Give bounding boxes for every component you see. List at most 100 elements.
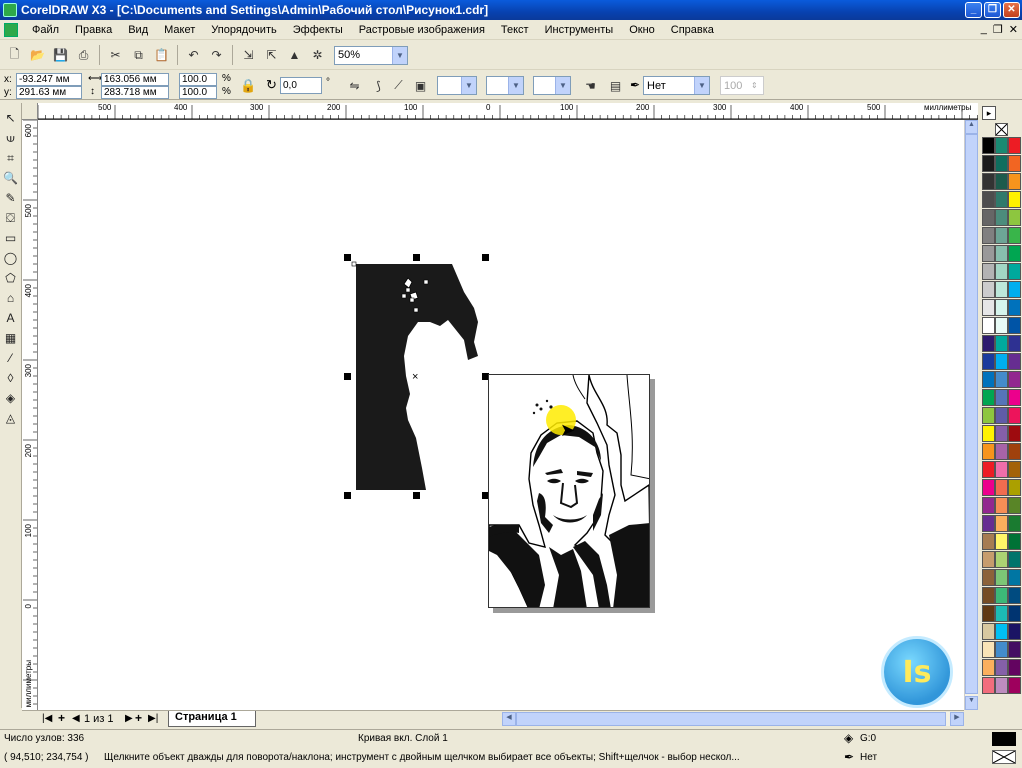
node-edit-icon[interactable]: ⟆ <box>368 75 389 96</box>
palette-swatch[interactable] <box>995 515 1008 532</box>
cut-icon[interactable]: ✂ <box>105 45 126 66</box>
palette-swatch[interactable] <box>982 389 995 406</box>
palette-swatch[interactable] <box>982 353 995 370</box>
palette-swatch[interactable] <box>995 263 1008 280</box>
polygon-tool-icon[interactable]: ⬠ <box>2 269 20 287</box>
rotation-field[interactable]: 0,0 <box>280 77 322 94</box>
palette-swatch[interactable] <box>995 551 1008 568</box>
palette-swatch[interactable] <box>982 227 995 244</box>
last-page-icon[interactable]: ▶| <box>148 713 158 724</box>
smart-fill-tool-icon[interactable]: ⛋ <box>2 209 20 227</box>
new-document-icon[interactable]: 🗋 <box>4 45 25 66</box>
palette-swatch[interactable] <box>1008 515 1021 532</box>
pick-tool-icon[interactable]: ↖ <box>2 109 20 127</box>
palette-swatch[interactable] <box>995 173 1008 190</box>
width-field[interactable]: 163.056 мм <box>101 73 169 86</box>
palette-swatch[interactable] <box>982 317 995 334</box>
palette-swatch[interactable] <box>1008 677 1021 694</box>
palette-swatch[interactable] <box>995 191 1008 208</box>
y-position-field[interactable]: 291.63 мм <box>16 86 82 99</box>
palette-swatch[interactable] <box>995 479 1008 496</box>
add-page-after-icon[interactable]: + <box>135 711 142 725</box>
opacity-field[interactable]: 100 ⇕ <box>720 76 764 95</box>
palette-swatch[interactable] <box>982 479 995 496</box>
scroll-down-icon[interactable]: ▼ <box>965 696 978 710</box>
eyedropper-tool-icon[interactable]: ⁄ <box>2 349 20 367</box>
no-fill-swatch[interactable] <box>995 123 1008 136</box>
scale-x-field[interactable]: 100.0 <box>179 73 217 86</box>
palette-swatch[interactable] <box>982 425 995 442</box>
palette-swatch[interactable] <box>1008 209 1021 226</box>
selection-handle-bl[interactable] <box>344 492 351 499</box>
convert-to-curves-icon[interactable]: ▣ <box>410 75 431 96</box>
palette-swatch[interactable] <box>1008 551 1021 568</box>
menu-bitmaps[interactable]: Растровые изображения <box>351 24 493 36</box>
silhouette-curve[interactable] <box>350 260 490 500</box>
palette-swatch[interactable] <box>995 641 1008 658</box>
palette-swatch[interactable] <box>982 605 995 622</box>
palette-swatch[interactable] <box>1008 623 1021 640</box>
shape-tool-icon[interactable]: ⟒ <box>2 129 20 147</box>
text-tool-icon[interactable]: A <box>2 309 20 327</box>
palette-swatch[interactable] <box>995 335 1008 352</box>
palette-swatch[interactable] <box>982 245 995 262</box>
fill-select[interactable]: ▼ <box>437 76 477 95</box>
fill-color-swatch[interactable] <box>992 732 1016 746</box>
palette-swatch[interactable] <box>1008 479 1021 496</box>
redo-icon[interactable]: ↷ <box>206 45 227 66</box>
menu-help[interactable]: Справка <box>663 24 722 36</box>
palette-swatch[interactable] <box>995 587 1008 604</box>
welcome-screen-icon[interactable]: ✲ <box>307 45 328 66</box>
palette-swatch[interactable] <box>982 173 995 190</box>
palette-swatch[interactable] <box>995 371 1008 388</box>
scroll-left-icon[interactable]: ◀ <box>502 712 516 726</box>
paste-icon[interactable]: 📋 <box>151 45 172 66</box>
palette-swatch[interactable] <box>1008 659 1021 676</box>
palette-swatch[interactable] <box>982 623 995 640</box>
palette-swatch[interactable] <box>1008 389 1021 406</box>
vertical-ruler[interactable]: 600 500 400 300 200 100 0 миллиметры <box>22 120 38 710</box>
palette-swatch[interactable] <box>995 461 1008 478</box>
horizontal-scrollbar[interactable]: ◀ ▶ <box>502 712 964 726</box>
palette-swatch[interactable] <box>1008 155 1021 172</box>
drawing-canvas[interactable]: × ➤ Is <box>38 120 964 710</box>
palette-swatch[interactable] <box>1008 245 1021 262</box>
menu-file[interactable]: Файл <box>24 24 67 36</box>
palette-swatch[interactable] <box>982 137 995 154</box>
close-button[interactable]: ✕ <box>1003 2 1020 18</box>
lock-ratio-icon[interactable]: 🔒 <box>240 78 256 94</box>
zoom-level-select[interactable]: 50% ▼ <box>334 45 408 65</box>
palette-swatch[interactable] <box>1008 371 1021 388</box>
palette-swatch[interactable] <box>982 461 995 478</box>
palette-swatch[interactable] <box>982 587 995 604</box>
tab-page-1[interactable]: Страница 1 <box>168 711 256 727</box>
minimize-button[interactable]: _ <box>965 2 982 18</box>
doc-restore-button[interactable]: ❐ <box>993 23 1003 36</box>
selection-handle-tr[interactable] <box>482 254 489 261</box>
selection-handle-bm[interactable] <box>413 492 420 499</box>
next-page-icon[interactable]: ▶ <box>125 713 133 724</box>
palette-swatch[interactable] <box>995 155 1008 172</box>
print-icon[interactable]: ⎙ <box>73 45 94 66</box>
mirror-horizontal-icon[interactable]: ⇋ <box>344 75 365 96</box>
crop-tool-icon[interactable]: ⌗ <box>2 149 20 167</box>
outline-properties-icon[interactable]: ▤ <box>605 75 626 96</box>
doc-minimize-button[interactable]: _ <box>981 23 987 36</box>
palette-swatch[interactable] <box>1008 227 1021 244</box>
menu-layout[interactable]: Макет <box>156 24 203 36</box>
wrap-text-icon[interactable]: ☚ <box>580 75 601 96</box>
palette-swatch[interactable] <box>982 569 995 586</box>
selection-handle-tm[interactable] <box>413 254 420 261</box>
palette-swatch[interactable] <box>982 209 995 226</box>
document-icon[interactable] <box>4 22 18 37</box>
palette-swatch[interactable] <box>995 389 1008 406</box>
fill-tool-icon[interactable]: ◈ <box>2 389 20 407</box>
rotation-center-icon[interactable]: × <box>412 371 418 383</box>
palette-swatch[interactable] <box>1008 173 1021 190</box>
palette-swatch[interactable] <box>995 623 1008 640</box>
palette-swatch[interactable] <box>995 497 1008 514</box>
palette-swatch[interactable] <box>1008 281 1021 298</box>
scroll-up-icon[interactable]: ▲ <box>965 120 978 134</box>
height-field[interactable]: 283.718 мм <box>101 86 169 99</box>
palette-swatch[interactable] <box>982 497 995 514</box>
